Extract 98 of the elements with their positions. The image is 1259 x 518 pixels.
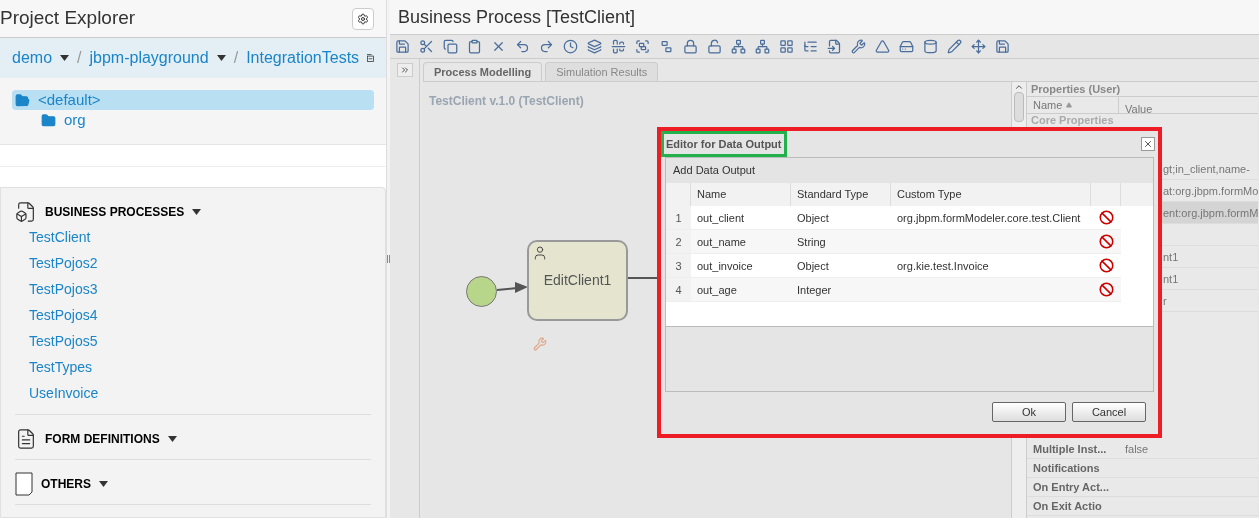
toolbar-icon[interactable] (443, 39, 458, 54)
toolbar-icon[interactable] (467, 39, 482, 54)
delete-icon[interactable] (1098, 282, 1114, 297)
table-cell-text: org.jbpm.formModeler.core.test.Client (896, 211, 1082, 226)
collapse-icon[interactable] (367, 53, 374, 63)
toolbar-icon[interactable] (779, 39, 794, 54)
column-header[interactable]: Value (1119, 97, 1259, 113)
editor-title: Business Process [TestClient] (398, 5, 636, 29)
form-file-icon (15, 428, 37, 450)
toolbar-icon[interactable] (635, 39, 650, 54)
file-icon (15, 472, 33, 496)
scroll-up-icon[interactable] (1014, 82, 1024, 92)
process-link[interactable]: TestPojos2 (15, 250, 98, 276)
toolbar-icon[interactable] (875, 39, 890, 54)
toolbar-icon[interactable] (827, 39, 842, 54)
panel-title: Project Explorer (0, 6, 136, 31)
close-icon (1143, 139, 1153, 149)
property-row[interactable]: On Exit Actio (1027, 497, 1259, 516)
tree-item[interactable]: <default> (12, 90, 374, 110)
toolbar-icon[interactable] (947, 39, 962, 54)
user-icon (532, 245, 548, 261)
table-cell-text: org.kie.test.Invoice (896, 259, 990, 274)
expand-button[interactable] (396, 63, 413, 77)
toolbar-icon[interactable] (707, 39, 722, 54)
properties-title: Properties (User) (1030, 82, 1121, 96)
dialog-title: Editor for Data Output (661, 131, 787, 157)
toolbar-icon[interactable] (995, 39, 1010, 54)
row-number: 2 (666, 230, 691, 253)
column-header[interactable]: Name (1027, 97, 1119, 113)
table-cell-text: Integer (796, 283, 833, 298)
row-number: 1 (666, 206, 691, 229)
outgoing-line (628, 277, 658, 279)
toolbar-icon[interactable] (611, 39, 626, 54)
breadcrumb-link[interactable]: jbpm-playground (89, 46, 209, 70)
row-number: 3 (666, 254, 691, 277)
toolbar-icon[interactable] (419, 39, 434, 54)
toolbar-icon[interactable] (395, 39, 410, 54)
toolbar-icon[interactable] (923, 39, 938, 54)
toolbar-icon[interactable] (515, 39, 530, 54)
toolbar-icon[interactable] (563, 39, 578, 54)
close-button[interactable] (1141, 137, 1155, 151)
caret-icon (192, 209, 202, 215)
table-cell-text: out_age (696, 283, 738, 298)
toolbar-icon[interactable] (491, 39, 506, 54)
sequence-arrow (497, 281, 528, 295)
table-cell-text: Object (796, 211, 830, 226)
process-link[interactable]: UseInvoice (15, 380, 99, 406)
property-row[interactable]: Notifications (1027, 459, 1259, 478)
process-link[interactable]: TestPojos3 (15, 276, 98, 302)
table-cell-text: Object (796, 259, 830, 274)
property-row[interactable]: On Entry Act... (1027, 478, 1259, 497)
toolbar-icon[interactable] (731, 39, 746, 54)
breadcrumb-link[interactable]: IntegrationTests (246, 46, 360, 70)
toolbar-icon[interactable] (683, 39, 698, 54)
table-cell-text: String (796, 235, 827, 250)
toolbar-icon[interactable] (587, 39, 602, 54)
breadcrumb-separator: / (77, 48, 82, 68)
delete-icon[interactable] (1098, 210, 1114, 225)
wrench-icon (533, 337, 547, 351)
toolbar-icon[interactable] (755, 39, 770, 54)
process-link[interactable]: TestPojos4 (15, 302, 98, 328)
breadcrumb-link[interactable]: demo (12, 46, 53, 70)
settings-icon (357, 12, 369, 25)
dialog-button[interactable]: Ok (992, 402, 1066, 422)
table-cell-text: out_invoice (696, 259, 754, 274)
toolbar-icon[interactable] (803, 39, 818, 54)
user-task: EditClient1 (527, 240, 628, 321)
start-event (466, 276, 497, 307)
tree-item[interactable]: org (12, 110, 374, 130)
table-cell-text: out_name (696, 235, 747, 250)
section-header[interactable]: OTHERS (15, 472, 371, 496)
toolbar-icon[interactable] (899, 39, 914, 54)
toolbar-icon[interactable] (971, 39, 986, 54)
process-link[interactable]: TestTypes (15, 354, 93, 380)
toolbar-icon[interactable] (659, 39, 674, 54)
sort-ascending-icon (1066, 102, 1073, 108)
delete-icon[interactable] (1098, 234, 1114, 249)
property-row[interactable]: Multiple Inst... false (1027, 440, 1259, 459)
process-link[interactable]: TestPojos5 (15, 328, 98, 354)
caret-icon (167, 436, 177, 442)
caret-icon (99, 481, 108, 487)
delete-icon[interactable] (1098, 258, 1114, 273)
process-file-icon (15, 201, 37, 223)
row-number: 4 (666, 278, 691, 301)
process-link[interactable]: TestClient (15, 224, 91, 250)
toolbar-icon[interactable] (851, 39, 866, 54)
section-header[interactable]: BUSINESS PROCESSES (15, 200, 371, 224)
table-cell-text: out_client (696, 211, 746, 226)
canvas-title: TestClient v.1.0 (TestClient) (429, 93, 584, 110)
scrollbar-thumb[interactable] (1014, 92, 1024, 122)
breadcrumb-separator: / (233, 48, 239, 68)
settings-button[interactable] (352, 7, 374, 30)
editor-tab[interactable]: Simulation Results (545, 62, 659, 81)
double-chevron-icon (399, 65, 410, 75)
editor-tab[interactable]: Process Modelling (423, 62, 543, 81)
toolbar-icon[interactable] (539, 39, 554, 54)
dialog-button[interactable]: Cancel (1072, 402, 1146, 422)
section-header[interactable]: FORM DEFINITIONS (15, 427, 371, 451)
